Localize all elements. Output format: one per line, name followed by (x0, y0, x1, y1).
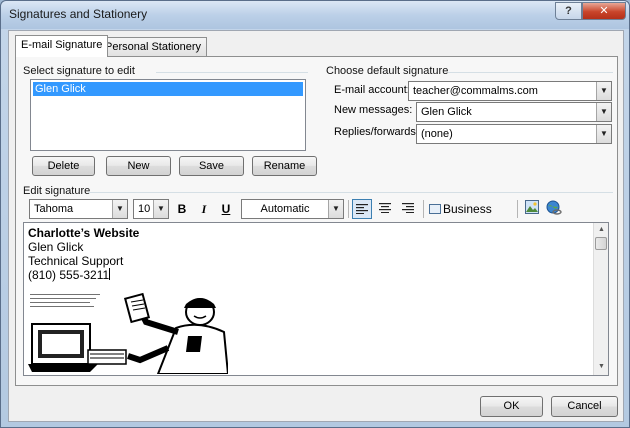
insert-hyperlink-icon[interactable] (545, 200, 563, 218)
dropdown-arrow-icon[interactable]: ▼ (596, 103, 611, 121)
font-value: Tahoma (34, 203, 74, 215)
delete-button[interactable]: Delete (32, 156, 95, 176)
signature-line-phone: (810) 555-3211 (28, 268, 139, 282)
font-color-select[interactable]: Automatic ▼ (241, 199, 344, 219)
italic-button[interactable]: I (195, 200, 213, 218)
align-center-icon[interactable] (375, 199, 395, 217)
font-color-value: Automatic (260, 203, 310, 215)
signature-line-title: Charlotte’s Website (28, 226, 140, 240)
scroll-down-icon[interactable]: ▼ (595, 361, 608, 373)
font-size-select[interactable]: 10 ▼ (133, 199, 169, 219)
cancel-button[interactable]: Cancel (551, 396, 618, 417)
font-select[interactable]: Tahoma ▼ (29, 199, 128, 219)
font-size-value: 10 (138, 203, 151, 215)
dropdown-arrow-icon[interactable]: ▼ (596, 82, 611, 100)
dropdown-arrow-icon[interactable]: ▼ (153, 200, 168, 218)
email-account-label: E-mail account: (334, 84, 410, 96)
signature-text[interactable]: Charlotte’s Website Glen Glick Technical… (28, 226, 139, 282)
text-caret (109, 268, 111, 280)
toolbar-separator (517, 200, 518, 218)
signature-editor[interactable]: Charlotte’s Website Glen Glick Technical… (23, 222, 609, 376)
signature-line-role: Technical Support (28, 254, 124, 268)
email-account-value: teacher@commalms.com (413, 85, 538, 97)
new-button[interactable]: New (106, 156, 171, 176)
help-button[interactable]: ? (555, 2, 582, 20)
dropdown-arrow-icon[interactable]: ▼ (596, 125, 611, 143)
replies-forwards-select[interactable]: (none) ▼ (416, 124, 612, 144)
tab-email-signature[interactable]: E-mail Signature (15, 35, 109, 57)
toolbar-separator (423, 200, 424, 218)
close-button[interactable]: ✕ (582, 2, 626, 20)
title-bar: Signatures and Stationery ? ✕ (1, 1, 629, 29)
editor-scrollbar[interactable]: ▲ ▼ (593, 223, 608, 375)
select-signature-label: Select signature to edit (23, 65, 135, 77)
group-separator (448, 72, 613, 73)
toolbar-separator (348, 200, 349, 218)
insert-picture-icon[interactable] (523, 200, 541, 218)
save-button[interactable]: Save (179, 156, 244, 176)
business-card-button[interactable]: Business Card (429, 200, 511, 234)
signature-list-item[interactable]: Glen Glick (33, 82, 303, 96)
phone-text: (810) 555-3211 (28, 268, 110, 282)
replies-forwards-value: (none) (421, 128, 453, 140)
scroll-thumb[interactable] (595, 237, 607, 250)
align-right-icon[interactable] (398, 199, 418, 217)
signature-list[interactable]: Glen Glick (30, 79, 306, 151)
align-left-icon[interactable] (352, 199, 372, 219)
bold-button[interactable]: B (173, 200, 191, 218)
new-messages-label: New messages: (334, 104, 413, 116)
dialog-body: E-mail Signature Personal Stationery Sel… (8, 30, 624, 422)
window-title: Signatures and Stationery (9, 7, 148, 21)
new-messages-value: Glen Glick (421, 106, 472, 118)
replies-forwards-label: Replies/forwards: (334, 126, 419, 138)
tab-personal-stationery[interactable]: Personal Stationery (99, 37, 207, 57)
dropdown-arrow-icon[interactable]: ▼ (328, 200, 343, 218)
rename-button[interactable]: Rename (252, 156, 317, 176)
group-separator (156, 72, 308, 73)
new-messages-select[interactable]: Glen Glick ▼ (416, 102, 612, 122)
ok-button[interactable]: OK (480, 396, 543, 417)
technician-clipart-image (28, 292, 228, 374)
signature-line-name: Glen Glick (28, 240, 84, 254)
dialog-window: Signatures and Stationery ? ✕ E-mail Sig… (0, 0, 630, 428)
business-card-icon (429, 204, 441, 214)
underline-button[interactable]: U (217, 200, 235, 218)
email-account-select[interactable]: teacher@commalms.com ▼ (408, 81, 612, 101)
default-signature-label: Choose default signature (326, 65, 449, 77)
dropdown-arrow-icon[interactable]: ▼ (112, 200, 127, 218)
group-separator (88, 192, 613, 193)
edit-signature-label: Edit signature (23, 185, 91, 197)
scroll-up-icon[interactable]: ▲ (595, 224, 608, 236)
